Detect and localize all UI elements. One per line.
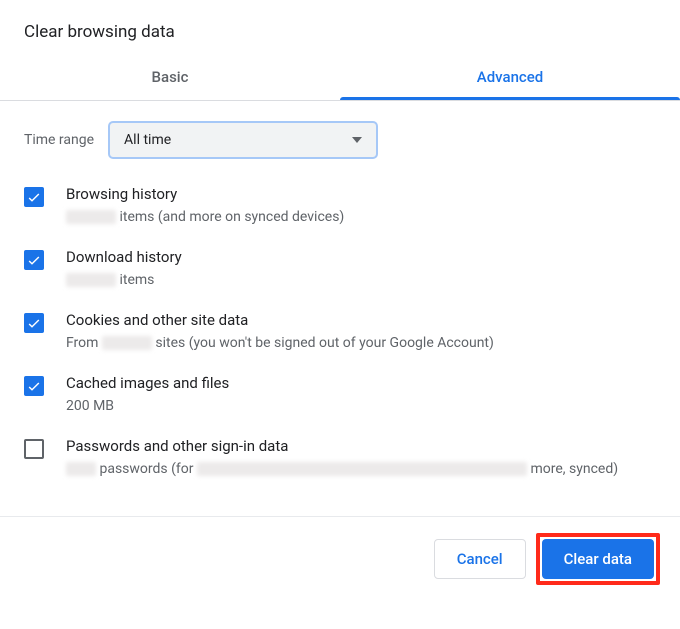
option-text: Passwords and other sign-in data passwor…: [66, 437, 656, 480]
option-download-history: Download history items: [24, 248, 656, 291]
option-text: Download history items: [66, 248, 656, 291]
option-subtitle: passwords (for more, synced): [66, 459, 656, 480]
option-cookies: Cookies and other site data From sites (…: [24, 311, 656, 354]
check-icon: [26, 315, 42, 331]
tab-basic[interactable]: Basic: [0, 56, 340, 100]
option-browsing-history: Browsing history items (and more on sync…: [24, 185, 656, 228]
clear-data-button[interactable]: Clear data: [542, 539, 654, 579]
check-icon: [26, 252, 42, 268]
time-range-dropdown[interactable]: All time: [108, 121, 378, 159]
time-range-row: Time range All time: [24, 121, 656, 159]
check-icon: [26, 378, 42, 394]
checkbox-passwords[interactable]: [24, 439, 44, 459]
highlight-annotation: Clear data: [536, 533, 660, 585]
option-subtitle: From sites (you won't be signed out of y…: [66, 333, 656, 354]
option-cached: Cached images and files 200 MB: [24, 374, 656, 417]
redacted-value: [66, 273, 116, 287]
cancel-button[interactable]: Cancel: [434, 539, 526, 579]
tab-advanced[interactable]: Advanced: [340, 56, 680, 100]
option-subtitle: items (and more on synced devices): [66, 207, 656, 228]
redacted-value: [66, 462, 96, 476]
time-range-label: Time range: [24, 132, 94, 148]
option-subtitle: 200 MB: [66, 396, 656, 417]
option-title: Browsing history: [66, 185, 656, 203]
tabs: Basic Advanced: [0, 56, 680, 101]
option-title: Cached images and files: [66, 374, 656, 392]
redacted-value: [66, 210, 116, 224]
checkbox-cached[interactable]: [24, 376, 44, 396]
option-subtitle: items: [66, 270, 656, 291]
redacted-value: [102, 336, 152, 350]
checkbox-cookies[interactable]: [24, 313, 44, 333]
dialog-content: Time range All time Browsing history ite…: [0, 101, 680, 508]
chevron-down-icon: [352, 137, 362, 143]
option-text: Cookies and other site data From sites (…: [66, 311, 656, 354]
option-title: Download history: [66, 248, 656, 266]
clear-browsing-data-dialog: Clear browsing data Basic Advanced Time …: [0, 0, 680, 601]
option-text: Browsing history items (and more on sync…: [66, 185, 656, 228]
option-title: Passwords and other sign-in data: [66, 437, 656, 455]
time-range-value: All time: [124, 132, 171, 148]
option-text: Cached images and files 200 MB: [66, 374, 656, 417]
redacted-value: [197, 462, 527, 476]
checkbox-download-history[interactable]: [24, 250, 44, 270]
dialog-title: Clear browsing data: [0, 0, 680, 56]
check-icon: [26, 189, 42, 205]
option-title: Cookies and other site data: [66, 311, 656, 329]
dialog-footer: Cancel Clear data: [0, 517, 680, 601]
checkbox-browsing-history[interactable]: [24, 187, 44, 207]
option-passwords: Passwords and other sign-in data passwor…: [24, 437, 656, 480]
